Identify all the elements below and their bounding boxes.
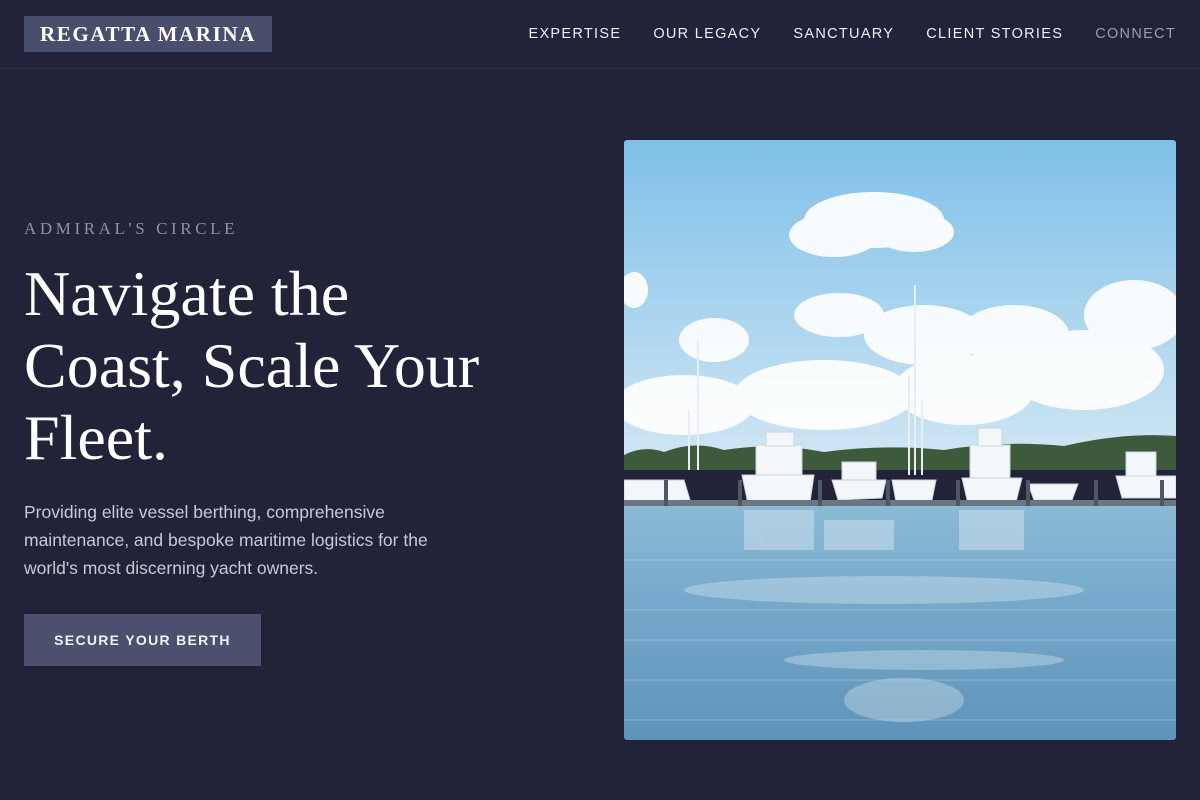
marina-photo [624, 140, 1176, 740]
site-logo[interactable]: REGATTA MARINA [24, 16, 272, 52]
site-header: REGATTA MARINA EXPERTISE OUR LEGACY SANC… [0, 0, 1200, 69]
nav-link-expertise[interactable]: EXPERTISE [528, 24, 621, 44]
hero-description-line: world's most discerning yacht owners. [24, 558, 319, 578]
hero-headline-line: Coast, Scale Your [24, 330, 480, 401]
nav-link-our-legacy[interactable]: OUR LEGACY [653, 24, 761, 44]
secure-berth-button[interactable]: SECURE YOUR BERTH [24, 614, 261, 666]
hero-description-line: maintenance, and bespoke maritime logist… [24, 530, 428, 550]
hero-headline: Navigate the Coast, Scale Your Fleet. [24, 258, 594, 474]
marina-illustration [624, 140, 1176, 740]
hero-description-line: Providing elite vessel berthing, compreh… [24, 502, 385, 522]
nav-link-sanctuary[interactable]: SANCTUARY [793, 24, 894, 44]
hero-headline-line: Fleet. [24, 402, 168, 473]
nav-link-client-stories[interactable]: CLIENT STORIES [926, 24, 1063, 44]
hero-description: Providing elite vessel berthing, compreh… [24, 498, 494, 582]
nav-link-connect[interactable]: CONNECT [1095, 24, 1176, 44]
hero-eyebrow: ADMIRAL'S CIRCLE [24, 219, 239, 238]
hero-headline-line: Navigate the [24, 258, 350, 329]
main-nav: EXPERTISE OUR LEGACY SANCTUARY CLIENT ST… [528, 24, 1176, 44]
